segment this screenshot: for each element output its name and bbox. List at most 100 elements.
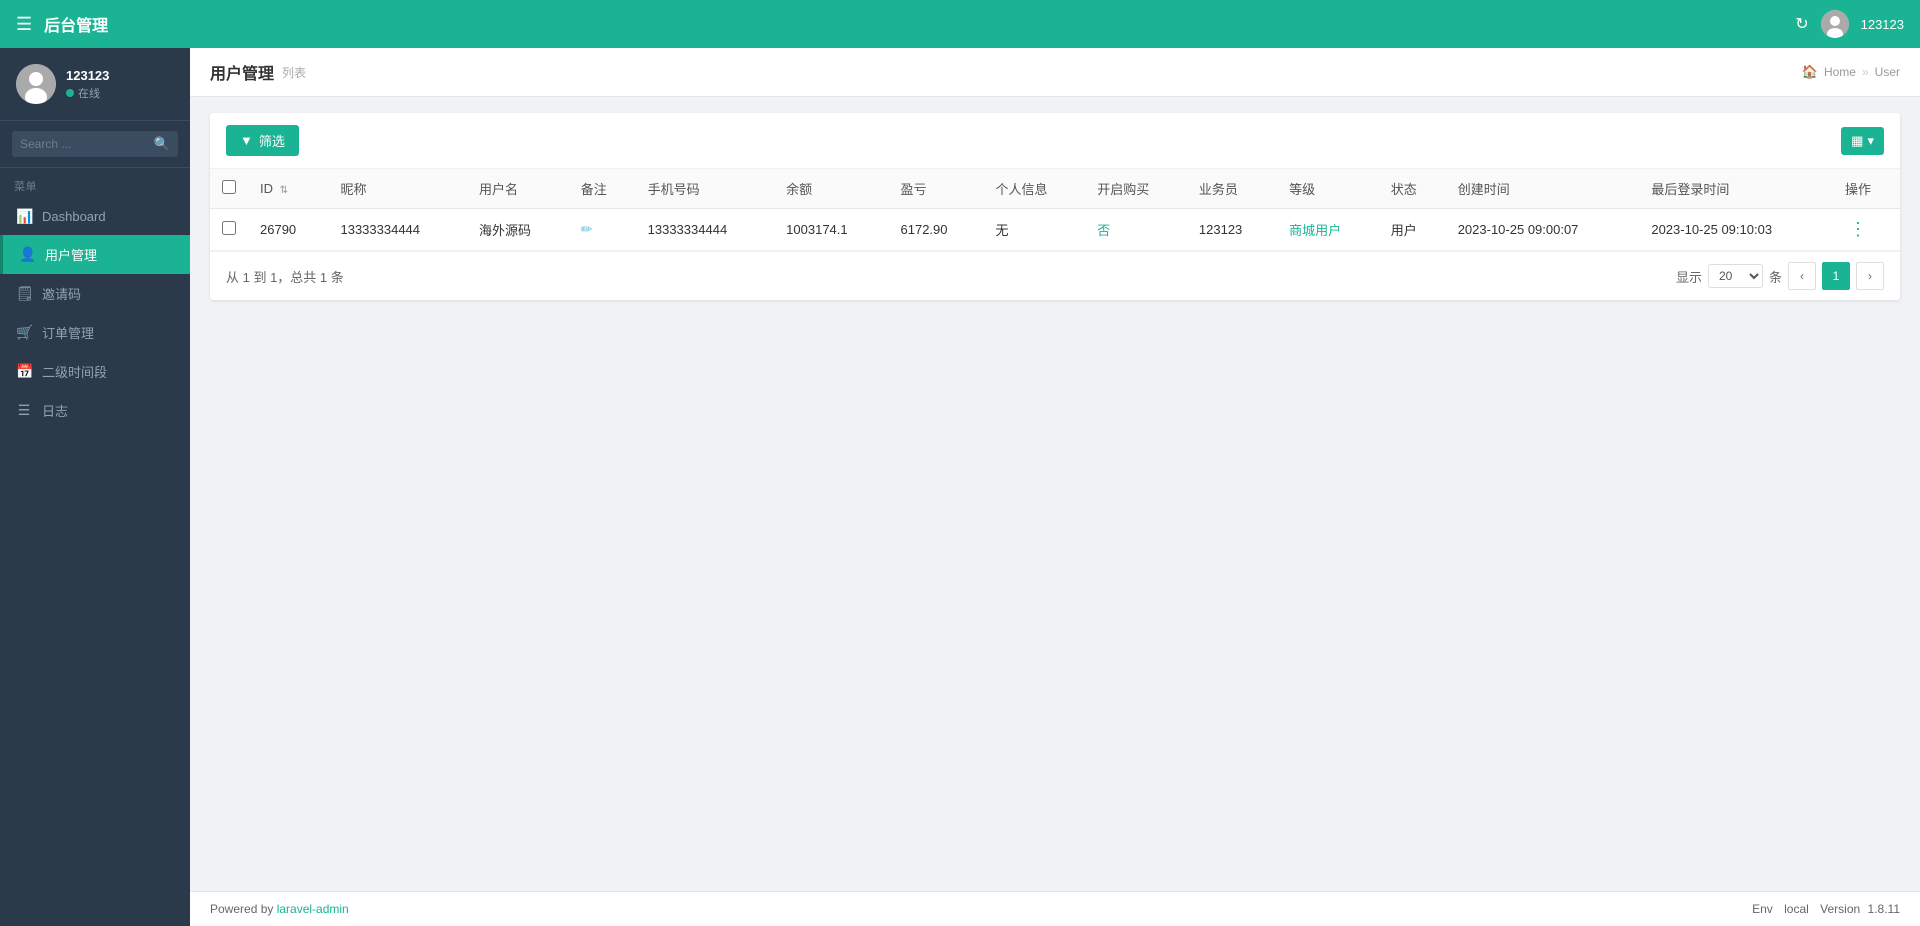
sort-icon-id[interactable]: ⇅ [280, 185, 288, 196]
th-profit-loss: 盈亏 [889, 169, 984, 209]
th-note: 备注 [569, 169, 636, 209]
sidebar-item-logs[interactable]: ☰ 日志 [0, 391, 190, 430]
sidebar-item-dashboard-label: Dashboard [42, 209, 106, 224]
sidebar-username: 123123 [66, 68, 109, 83]
th-phone: 手机号码 [636, 169, 775, 209]
invite-icon: 🗒 [16, 285, 32, 302]
td-level: 商城用户 [1277, 209, 1379, 251]
table-body: 26790 13333334444 海外源码 ✏ 13333334444 100… [210, 209, 1900, 251]
page-subtitle: 列表 [282, 64, 306, 81]
next-page-button[interactable]: › [1856, 262, 1884, 290]
td-note: ✏ [569, 209, 636, 251]
breadcrumb-separator: » [1862, 65, 1869, 79]
page-title-area: 用户管理 列表 [210, 60, 306, 84]
calendar-icon: 📅 [16, 363, 32, 380]
th-actions: 操作 [1833, 169, 1900, 209]
version-label: Version [1820, 902, 1860, 916]
prev-page-button[interactable]: ‹ [1788, 262, 1816, 290]
avatar [16, 64, 56, 104]
table-row: 26790 13333334444 海外源码 ✏ 13333334444 100… [210, 209, 1900, 251]
top-header: ☰ 后台管理 ↻ 123123 [0, 0, 1920, 48]
breadcrumb: 🏠 Home » User [1802, 64, 1900, 80]
page-size-select[interactable]: 20 50 100 [1708, 264, 1763, 288]
td-personal-info: 无 [984, 209, 1086, 251]
breadcrumb-current: User [1875, 65, 1900, 79]
row-checkbox[interactable] [222, 221, 236, 235]
column-toggle-button[interactable]: ▦ ▾ [1841, 127, 1884, 155]
sidebar-item-dashboard[interactable]: 📊 Dashboard [0, 198, 190, 235]
menu-icon[interactable]: ☰ [16, 14, 32, 35]
env-value: local [1784, 902, 1809, 916]
order-icon: 🛒 [16, 324, 32, 341]
td-status: 用户 [1379, 209, 1446, 251]
sidebar-item-user-label: 用户管理 [45, 245, 97, 264]
sidebar-profile: 123123 在线 [0, 48, 190, 121]
user-icon: 👤 [19, 246, 35, 263]
refresh-icon[interactable]: ↻ [1795, 14, 1808, 34]
td-balance: 1003174.1 [774, 209, 888, 251]
header-right: ↻ 123123 [1795, 10, 1904, 38]
home-icon: 🏠 [1802, 64, 1818, 80]
filter-button[interactable]: ▼ 筛选 [226, 125, 299, 156]
th-status: 状态 [1379, 169, 1446, 209]
header-avatar [1821, 10, 1849, 38]
powered-by-text: Powered by [210, 902, 277, 916]
laravel-admin-link[interactable]: laravel-admin [277, 902, 349, 916]
env-label: Env [1752, 902, 1773, 916]
td-enable-purchase: 否 [1085, 209, 1187, 251]
dashboard-icon: 📊 [16, 208, 32, 225]
column-toggle-chevron: ▾ [1867, 133, 1874, 149]
th-created-at: 创建时间 [1446, 169, 1640, 209]
td-actions: ⋮ [1833, 209, 1900, 251]
footer-right: Env local Version 1.8.11 [1752, 902, 1900, 916]
filter-icon: ▼ [240, 133, 253, 148]
sidebar-item-order-label: 订单管理 [42, 323, 94, 342]
version-value: 1.8.11 [1868, 902, 1900, 916]
data-table: ID ⇅ 昵称 用户名 备注 手机号码 余额 盈亏 个人信息 开启购买 业务员 [210, 169, 1900, 251]
th-id: ID ⇅ [248, 169, 328, 209]
level-link[interactable]: 商城用户 [1289, 223, 1341, 238]
search-input[interactable] [20, 137, 148, 151]
sidebar-section-label: 菜单 [0, 168, 190, 198]
td-salesperson: 123123 [1187, 209, 1277, 251]
th-nickname: 昵称 [328, 169, 467, 209]
pagination-right: 显示 20 50 100 条 ‹ 1 › [1676, 262, 1884, 290]
th-select-all [210, 169, 248, 209]
page-header: 用户管理 列表 🏠 Home » User [190, 48, 1920, 97]
td-phone: 13333334444 [636, 209, 775, 251]
th-username: 用户名 [467, 169, 569, 209]
actions-button[interactable]: ⋮ [1845, 219, 1871, 240]
sidebar-item-time-label: 二级时间段 [42, 362, 107, 381]
sidebar-item-order-management[interactable]: 🛒 订单管理 [0, 313, 190, 352]
sidebar-status: 在线 [66, 85, 109, 101]
current-page-button[interactable]: 1 [1822, 262, 1850, 290]
enable-purchase-link[interactable]: 否 [1097, 223, 1110, 238]
footer: Powered by laravel-admin Env local Versi… [190, 891, 1920, 926]
th-salesperson: 业务员 [1187, 169, 1277, 209]
status-dot [66, 89, 74, 97]
main-content: 用户管理 列表 🏠 Home » User ▼ 筛选 ▦ [190, 48, 1920, 926]
note-edit-icon[interactable]: ✏ [581, 221, 593, 237]
th-balance: 余额 [774, 169, 888, 209]
log-icon: ☰ [16, 402, 32, 419]
sidebar-item-logs-label: 日志 [42, 401, 68, 420]
search-icon[interactable]: 🔍 [154, 136, 170, 152]
sidebar-item-user-management[interactable]: 👤 用户管理 [0, 235, 190, 274]
td-last-login: 2023-10-25 09:10:03 [1639, 209, 1833, 251]
header-left: ☰ 后台管理 [16, 12, 108, 36]
display-label: 显示 [1676, 267, 1702, 286]
pagination-area: 从 1 到 1，总共 1 条 显示 20 50 100 条 ‹ 1 › [210, 251, 1900, 300]
sidebar-item-invite-label: 邀请码 [42, 284, 81, 303]
td-id: 26790 [248, 209, 328, 251]
td-checkbox [210, 209, 248, 251]
content-card: ▼ 筛选 ▦ ▾ [210, 113, 1900, 300]
table-header-row: ID ⇅ 昵称 用户名 备注 手机号码 余额 盈亏 个人信息 开启购买 业务员 [210, 169, 1900, 209]
sidebar-item-time-period[interactable]: 📅 二级时间段 [0, 352, 190, 391]
breadcrumb-home[interactable]: Home [1824, 65, 1856, 79]
status-text: 在线 [78, 85, 100, 101]
select-all-checkbox[interactable] [222, 180, 236, 194]
sidebar-item-invite-code[interactable]: 🗒 邀请码 [0, 274, 190, 313]
content-area: ▼ 筛选 ▦ ▾ [190, 97, 1920, 891]
footer-left: Powered by laravel-admin [210, 902, 349, 916]
sidebar-user-info: 123123 在线 [66, 68, 109, 101]
